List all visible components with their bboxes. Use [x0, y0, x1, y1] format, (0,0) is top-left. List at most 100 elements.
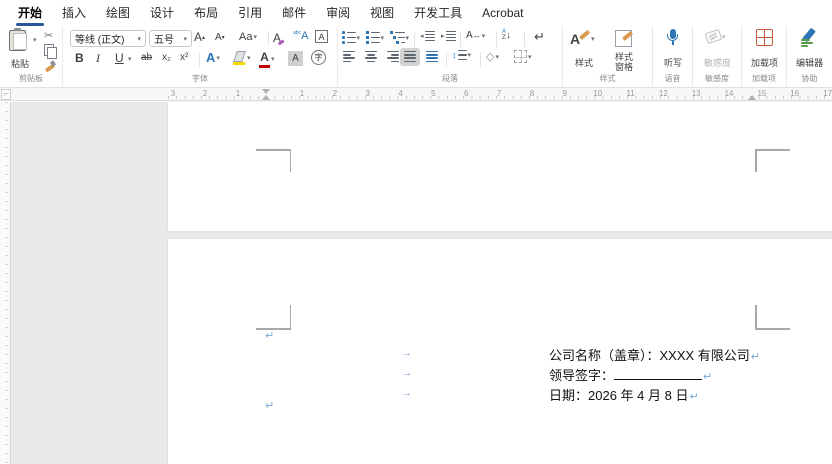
strikethrough-button[interactable]: ab [141, 52, 152, 63]
ribbon-tab-2[interactable]: 插入 [52, 0, 96, 27]
align-right-icon [387, 51, 399, 62]
underline-dropdown[interactable]: ▾ [127, 55, 132, 63]
addins-label: 加载项 [750, 58, 778, 68]
font-size-combo[interactable]: 五号 ▾ [149, 30, 192, 47]
bold-button[interactable]: B [75, 51, 84, 65]
ruler-number: 15 [757, 89, 767, 98]
line-spacing-button[interactable]: ↕ ▾ [452, 50, 471, 60]
grow-font-button[interactable]: A ▴ [194, 30, 205, 44]
italic-button[interactable]: I [96, 51, 100, 66]
ribbon-tab-6[interactable]: 引用 [228, 0, 272, 27]
format-painter-button[interactable] [44, 59, 57, 72]
align-right-button[interactable] [387, 51, 399, 62]
character-border-button[interactable]: A [315, 30, 328, 43]
editor-label: 编辑器 [795, 58, 823, 68]
scissors-icon: ✂ [44, 30, 54, 42]
styles-button[interactable]: A ▾ [570, 29, 595, 48]
horizontal-ruler[interactable]: 3 2 1 1 2 3 4 5 6 7 8 9 10 11 12 13 14 15 16 17 [0, 88, 832, 101]
editor-button[interactable] [801, 27, 819, 47]
vertical-ruler[interactable] [0, 102, 11, 464]
ribbon-tab-4[interactable]: 设计 [140, 0, 184, 27]
ribbon-tab-1[interactable]: 开始 [8, 0, 52, 27]
indent-left-icon: ◂ [420, 33, 424, 40]
sensitivity-label-icon [704, 28, 723, 45]
indent-bars [424, 31, 435, 41]
ruler-number: 17 [823, 89, 832, 98]
paint-bucket-icon: ◇ [486, 51, 495, 63]
copy-button[interactable] [44, 44, 57, 59]
ribbon-tab-bar: 开始 插入 绘图 设计 布局 引用 邮件 审阅 视图 开发工具 Acrobat [0, 0, 832, 26]
underline-button[interactable]: U [115, 51, 124, 65]
chevron-down-icon: ▾ [247, 55, 251, 62]
paragraph-mark: ↵ [265, 330, 275, 342]
font-name-combo[interactable]: 等线 (正文) ▾ [70, 30, 146, 47]
sort-button[interactable]: AZ ↓ [502, 29, 511, 41]
character-scaling-icon: A [466, 30, 473, 41]
increase-indent-button[interactable]: ▸ [441, 31, 456, 41]
arrow-left-right-icon: ↔ [472, 31, 481, 40]
font-color-button[interactable]: A ▾ [259, 50, 275, 68]
ribbon-tab-11[interactable]: Acrobat [472, 1, 533, 26]
highlight-button[interactable]: ▾ [233, 51, 251, 65]
superscript-button[interactable]: x² [180, 52, 188, 63]
tab-selector[interactable]: ⌐ [1, 89, 11, 100]
bullets-button[interactable]: ▾ [342, 31, 360, 44]
ruler-number: 2 [332, 89, 338, 98]
paste-button[interactable] [9, 28, 27, 51]
borders-button[interactable]: ▾ [514, 50, 532, 63]
change-case-button[interactable]: Aa ▾ [239, 31, 257, 43]
character-shading-button[interactable]: A [288, 51, 303, 66]
addins-button[interactable] [756, 29, 773, 46]
ribbon-tab-8[interactable]: 审阅 [316, 0, 360, 27]
ribbon-tab-9[interactable]: 视图 [360, 0, 404, 27]
ribbon-tab-5[interactable]: 布局 [184, 0, 228, 27]
grow-font-icon: A [194, 30, 203, 44]
addins-grid-icon [756, 29, 773, 46]
clear-formatting-button[interactable]: A [273, 31, 285, 45]
ribbon-tab-3[interactable]: 绘图 [96, 0, 140, 27]
dictate-button[interactable] [666, 29, 680, 47]
enclose-characters-button[interactable]: 字 [311, 50, 326, 65]
chevron-down-icon: ▾ [253, 34, 257, 41]
chevron-down-icon: ▾ [216, 54, 220, 62]
numbering-button[interactable]: ▾ [366, 31, 384, 44]
paragraph-mark: ↵ [265, 400, 275, 412]
document-line-2[interactable]: 领导签字： ↵ [549, 365, 712, 383]
align-center-button[interactable] [365, 51, 377, 62]
distribute-button[interactable] [426, 51, 438, 62]
shrink-font-button[interactable]: A ▾ [215, 32, 225, 43]
ruler-number: 9 [562, 89, 568, 98]
document-line-1[interactable]: 公司名称（盖章）：XXXX 有限公司↵ [549, 345, 760, 363]
justify-button[interactable] [404, 51, 416, 62]
microphone-icon [666, 29, 680, 47]
character-scaling-button[interactable]: A ↔ ▾ [466, 30, 485, 41]
first-line-indent-marker[interactable] [262, 89, 270, 94]
phonetic-guide-button[interactable]: abc A [293, 30, 308, 42]
right-indent-marker[interactable] [748, 95, 756, 100]
multilevel-list-button[interactable]: ▾ [390, 31, 409, 44]
chevron-down-icon: ▾ [481, 32, 486, 40]
strikethrough-icon: ab [141, 52, 153, 63]
ribbon-tab-10[interactable]: 开发工具 [404, 0, 472, 27]
shading-button[interactable]: ◇ ▾ [486, 50, 499, 63]
decrease-indent-button[interactable]: ◂ [420, 31, 435, 41]
ruler-number: 7 [496, 89, 502, 98]
document-line-3[interactable]: 日期：2026 年 4 月 8 日↵ [549, 385, 699, 403]
font-group: 等线 (正文) ▾ 五号 ▾ A ▴ A ▾ Aa ▾ A abc A A B I U … [63, 26, 338, 86]
down-icon: ▾ [221, 35, 225, 41]
sensitivity-button[interactable]: ▾ [704, 28, 726, 45]
page-1[interactable] [168, 102, 832, 231]
align-left-button[interactable] [343, 51, 355, 62]
text-effects-button[interactable]: A ▾ [206, 50, 220, 65]
chevron-down-icon: ▾ [495, 53, 499, 61]
style-pane-button[interactable] [615, 30, 633, 47]
phonetic-icon: abc [293, 30, 302, 36]
font-size-value: 五号 [154, 35, 174, 46]
paste-dropdown[interactable]: ▾ [32, 36, 37, 44]
cut-button[interactable]: ✂ [44, 29, 53, 42]
hanging-indent-marker[interactable] [262, 95, 270, 100]
subscript-button[interactable]: x₂ [162, 52, 171, 63]
indent-right-icon: ▸ [441, 33, 445, 40]
ribbon-tab-7[interactable]: 邮件 [272, 0, 316, 27]
show-marks-button[interactable]: ↵ [534, 29, 545, 45]
